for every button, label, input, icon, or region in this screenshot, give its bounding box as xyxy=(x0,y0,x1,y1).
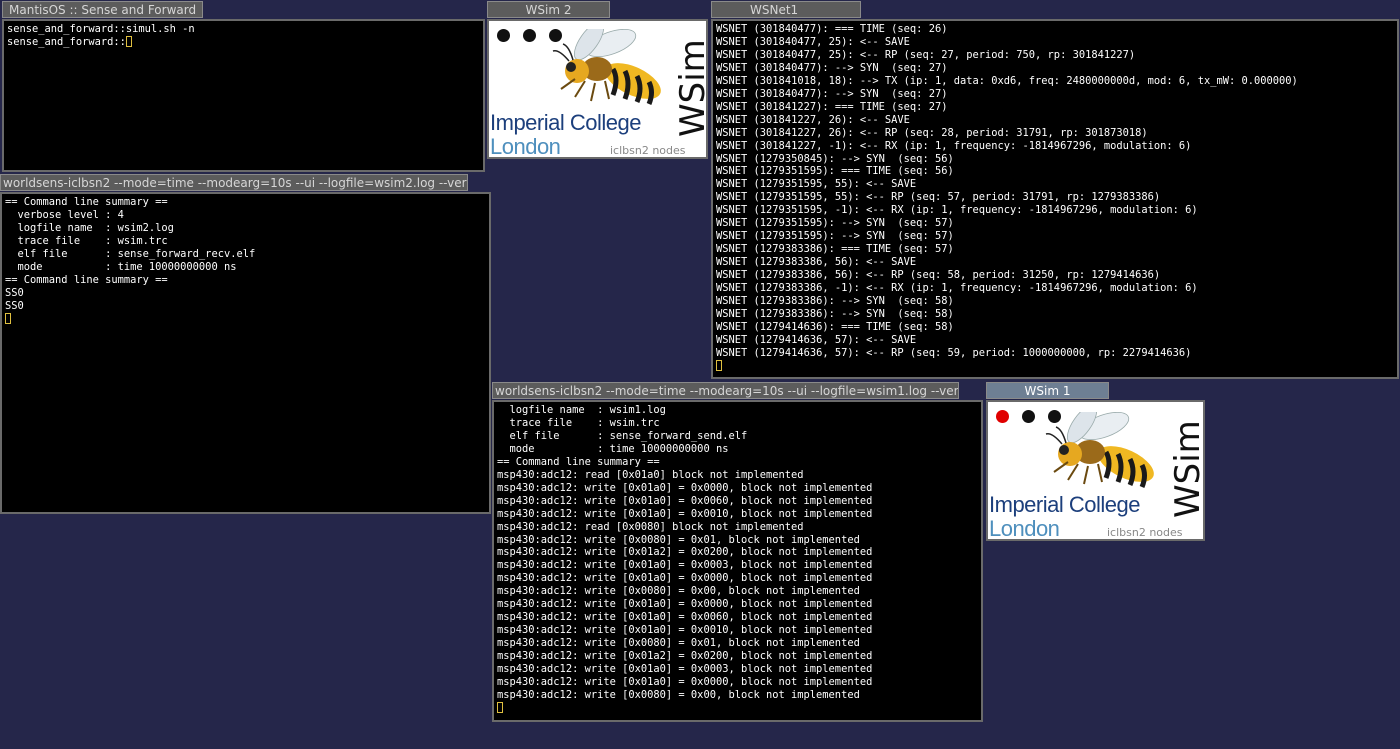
worldsens-wsim1-titlebar[interactable]: worldsens-iclbsn2 --mode=time --modearg=… xyxy=(492,382,959,399)
terminal-line: mode : time 10000000000 ns xyxy=(497,442,729,455)
terminal-line: msp430:adc12: write [0x01a0] = 0x0003, b… xyxy=(497,663,873,676)
wasp-logo xyxy=(551,29,671,109)
terminal-line: WSNET (301841018, 18): --> TX (ip: 1, da… xyxy=(716,74,1298,87)
wsnet1-terminal[interactable]: WSNET (301840477): === TIME (seq: 26) WS… xyxy=(711,19,1399,379)
terminal-line: WSNET (1279383386, 56): <-- RP (seq: 58,… xyxy=(716,269,1161,282)
mantisos-terminal[interactable]: sense_and_forward::simul.sh -n sense_and… xyxy=(2,19,485,172)
terminal-line: logfile name : wsim1.log xyxy=(497,404,666,416)
terminal-line: == Command line summary == xyxy=(5,273,168,286)
terminal-line: msp430:adc12: write [0x01a2] = 0x0200, b… xyxy=(497,650,873,663)
terminal-line: verbose level : 4 xyxy=(5,208,124,221)
terminal-line: msp430:adc12: read [0x0080] block not im… xyxy=(497,520,804,533)
wsim2-titlebar[interactable]: WSim 2 xyxy=(487,1,610,18)
led-indicator xyxy=(1022,410,1035,423)
terminal-line: WSNET (1279351595): === TIME (seq: 56) xyxy=(716,165,954,178)
terminal-line: WSNET (301840477): --> SYN (seq: 27) xyxy=(716,61,948,74)
wsim-side-label: WSim xyxy=(673,39,708,137)
terminal-cursor xyxy=(125,35,132,47)
terminal-line: WSNET (1279414636, 57): <-- RP (seq: 59,… xyxy=(716,346,1192,359)
terminal-line: WSNET (1279350845): --> SYN (seq: 56) xyxy=(716,152,954,165)
terminal-line: WSNET (301841227, 26): <-- RP (seq: 28, … xyxy=(716,126,1148,139)
terminal-line: WSNET (301841227, -1): <-- RX (ip: 1, fr… xyxy=(716,139,1192,152)
wsim-side-label: WSim xyxy=(1168,420,1205,518)
terminal-line: trace file : wsim.trc xyxy=(497,416,660,429)
terminal-line: msp430:adc12: write [0x01a0] = 0x0000, b… xyxy=(497,598,873,611)
terminal-line: msp430:adc12: write [0x0080] = 0x01, blo… xyxy=(497,637,860,650)
worldsens-wsim2-terminal[interactable]: == Command line summary == verbose level… xyxy=(0,192,491,514)
wsim1-titlebar[interactable]: WSim 1 xyxy=(986,382,1109,399)
terminal-line: WSNET (1279351595): --> SYN (seq: 57) xyxy=(716,217,954,230)
terminal-line: sense_and_forward::simul.sh -n xyxy=(7,23,195,35)
terminal-line: WSNET (1279383386, 56): <-- SAVE xyxy=(716,256,917,269)
terminal-line: mode : time 10000000000 ns xyxy=(5,260,237,273)
terminal-line: elf file : sense_forward_send.elf xyxy=(497,429,748,442)
terminal-line: msp430:adc12: write [0x01a0] = 0x0000, b… xyxy=(497,572,873,585)
led-indicator xyxy=(523,29,536,42)
terminal-line: == Command line summary == xyxy=(5,196,168,208)
terminal-line: WSNET (301841227, 26): <-- SAVE xyxy=(716,113,910,126)
terminal-line: msp430:adc12: write [0x01a0] = 0x0000, b… xyxy=(497,676,873,689)
terminal-line: WSNET (1279383386): --> SYN (seq: 58) xyxy=(716,307,954,320)
led-indicator xyxy=(996,410,1009,423)
terminal-line: == Command line summary == xyxy=(497,455,660,468)
terminal-line: msp430:adc12: write [0x0080] = 0x00, blo… xyxy=(497,688,860,701)
terminal-line: WSNET (1279414636): === TIME (seq: 58) xyxy=(716,320,954,333)
terminal-cursor xyxy=(497,701,503,713)
led-indicator xyxy=(497,29,510,42)
terminal-line: WSNET (1279414636, 57): <-- SAVE xyxy=(716,333,917,346)
brand-line2: London xyxy=(989,516,1060,541)
terminal-line: logfile name : wsim2.log xyxy=(5,221,174,234)
terminal-line: WSNET (1279383386): --> SYN (seq: 58) xyxy=(716,295,954,308)
terminal-line: WSNET (301841227): === TIME (seq: 27) xyxy=(716,100,948,113)
wsim1-panel[interactable]: Imperial College London iclbsn2 nodes WS… xyxy=(986,400,1205,541)
nodes-label: iclbsn2 nodes xyxy=(610,144,686,157)
terminal-line: msp430:adc12: write [0x01a0] = 0x0060, b… xyxy=(497,611,873,624)
wsnet1-titlebar[interactable]: WSNet1 xyxy=(711,1,861,18)
wsim2-panel[interactable]: Imperial College London iclbsn2 nodes WS… xyxy=(487,19,708,159)
terminal-line: WSNET (301840477, 25): <-- SAVE xyxy=(716,35,910,48)
terminal-line: WSNET (301840477): === TIME (seq: 26) xyxy=(716,23,948,35)
terminal-line: SS0 xyxy=(5,299,24,312)
terminal-line: elf file : sense_forward_recv.elf xyxy=(5,247,256,260)
terminal-cursor xyxy=(5,312,11,324)
terminal-line: WSNET (1279383386): === TIME (seq: 57) xyxy=(716,243,954,256)
wasp-logo xyxy=(1044,412,1164,492)
terminal-line: SS0 xyxy=(5,286,24,299)
worldsens-wsim1-terminal[interactable]: logfile name : wsim1.log trace file : ws… xyxy=(492,400,983,722)
worldsens-wsim2-titlebar[interactable]: worldsens-iclbsn2 --mode=time --modearg=… xyxy=(0,174,468,191)
mantisos-titlebar[interactable]: MantisOS :: Sense and Forward xyxy=(2,1,203,18)
brand-line1: Imperial College xyxy=(989,492,1140,517)
terminal-line: WSNET (1279383386, -1): <-- RX (ip: 1, f… xyxy=(716,282,1198,295)
terminal-line: WSNET (301840477): --> SYN (seq: 27) xyxy=(716,87,948,100)
brand-line1: Imperial College xyxy=(490,110,641,135)
terminal-line: msp430:adc12: write [0x01a2] = 0x0200, b… xyxy=(497,546,873,559)
terminal-line: msp430:adc12: write [0x01a0] = 0x0000, b… xyxy=(497,481,873,494)
terminal-line: msp430:adc12: write [0x01a0] = 0x0060, b… xyxy=(497,494,873,507)
terminal-line: msp430:adc12: write [0x01a0] = 0x0010, b… xyxy=(497,507,873,520)
terminal-line: WSNET (1279351595, 55): <-- RP (seq: 57,… xyxy=(716,191,1161,204)
terminal-line: msp430:adc12: read [0x01a0] block not im… xyxy=(497,468,804,481)
terminal-line: trace file : wsim.trc xyxy=(5,234,168,247)
terminal-line: msp430:adc12: write [0x01a0] = 0x0010, b… xyxy=(497,624,873,637)
terminal-line: msp430:adc12: write [0x0080] = 0x00, blo… xyxy=(497,585,860,598)
terminal-line: msp430:adc12: write [0x0080] = 0x01, blo… xyxy=(497,533,860,546)
brand-line2: London xyxy=(490,134,561,159)
terminal-line: WSNET (301840477, 25): <-- RP (seq: 27, … xyxy=(716,48,1136,61)
terminal-line: sense_and_forward:: xyxy=(7,35,126,48)
terminal-line: WSNET (1279351595, -1): <-- RX (ip: 1, f… xyxy=(716,204,1198,217)
terminal-line: WSNET (1279351595, 55): <-- SAVE xyxy=(716,178,917,191)
terminal-line: msp430:adc12: write [0x01a0] = 0x0003, b… xyxy=(497,559,873,572)
nodes-label: iclbsn2 nodes xyxy=(1107,526,1183,539)
terminal-cursor xyxy=(716,359,722,371)
terminal-line: WSNET (1279351595): --> SYN (seq: 57) xyxy=(716,230,954,243)
